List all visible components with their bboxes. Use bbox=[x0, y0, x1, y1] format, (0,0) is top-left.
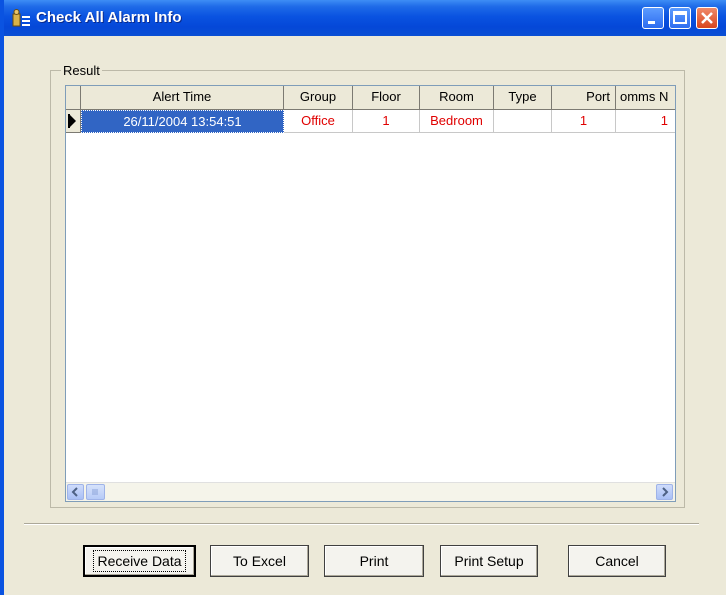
receive-data-button[interactable]: Receive Data bbox=[83, 545, 196, 577]
col-header-comms[interactable]: omms N bbox=[616, 86, 675, 110]
arrow-left-icon bbox=[71, 487, 78, 497]
receive-data-label: Receive Data bbox=[93, 550, 186, 572]
col-header-room[interactable]: Room bbox=[420, 86, 494, 110]
row-indicator[interactable] bbox=[66, 110, 81, 133]
cell-floor[interactable]: 1 bbox=[353, 110, 420, 133]
cell-alert-time[interactable]: 26/11/2004 13:54:51 bbox=[81, 110, 284, 133]
maximize-button[interactable] bbox=[669, 7, 691, 29]
col-header-type[interactable]: Type bbox=[494, 86, 552, 110]
col-header-alert-time[interactable]: Alert Time bbox=[81, 86, 284, 110]
col-header-port[interactable]: Port bbox=[552, 86, 616, 110]
print-setup-label: Print Setup bbox=[454, 553, 524, 569]
separator-highlight bbox=[24, 524, 699, 525]
result-group-label: Result bbox=[61, 63, 102, 78]
to-excel-button[interactable]: To Excel bbox=[210, 545, 309, 577]
col-header-floor[interactable]: Floor bbox=[353, 86, 420, 110]
scroll-right-button[interactable] bbox=[656, 484, 673, 500]
alarm-info-window: Check All Alarm Info Result Alert Time G… bbox=[0, 0, 726, 595]
cell-type[interactable] bbox=[494, 110, 552, 133]
grid-corner-header bbox=[66, 86, 81, 110]
arrow-right-icon bbox=[662, 487, 669, 497]
print-setup-button[interactable]: Print Setup bbox=[440, 545, 538, 577]
cell-group[interactable]: Office bbox=[284, 110, 353, 133]
window-title: Check All Alarm Info bbox=[36, 9, 182, 26]
scroll-left-button[interactable] bbox=[67, 484, 84, 500]
close-button[interactable] bbox=[696, 7, 718, 29]
scroll-thumb[interactable] bbox=[86, 484, 105, 500]
print-label: Print bbox=[359, 553, 389, 569]
cell-port[interactable]: 1 bbox=[552, 110, 616, 133]
current-row-arrow-icon bbox=[68, 114, 76, 128]
alarm-grid[interactable]: Alert Time Group Floor Room Type Port om… bbox=[65, 85, 676, 502]
col-header-group[interactable]: Group bbox=[284, 86, 353, 110]
app-icon bbox=[12, 8, 32, 28]
title-bar[interactable]: Check All Alarm Info bbox=[4, 0, 726, 36]
grip-icon bbox=[92, 489, 98, 495]
to-excel-label: To Excel bbox=[233, 553, 286, 569]
cancel-label: Cancel bbox=[595, 553, 639, 569]
print-button[interactable]: Print bbox=[324, 545, 424, 577]
cancel-button[interactable]: Cancel bbox=[568, 545, 666, 577]
horizontal-scrollbar[interactable] bbox=[66, 482, 675, 501]
cell-room[interactable]: Bedroom bbox=[420, 110, 494, 133]
cell-comms[interactable]: 1 bbox=[616, 110, 675, 133]
minimize-button[interactable] bbox=[642, 7, 664, 29]
